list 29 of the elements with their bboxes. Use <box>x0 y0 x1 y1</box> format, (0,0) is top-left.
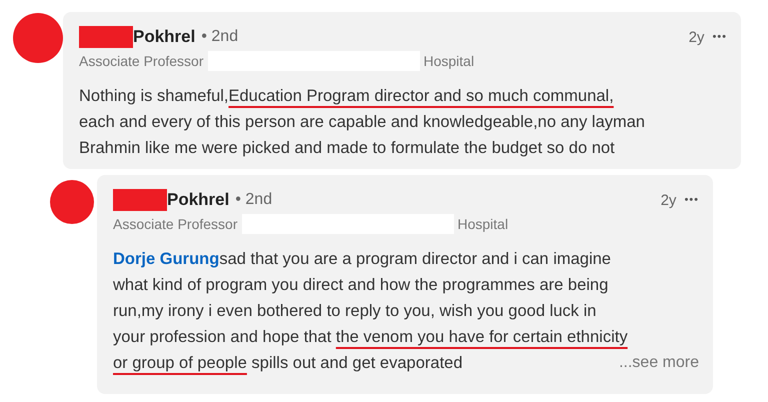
author-headline: Hospital <box>458 216 508 232</box>
comment-text: Brahmin like me were picked and made to formulate the budget so do not <box>79 138 615 159</box>
underlined-text: or group of people <box>113 353 247 374</box>
comment-text: what kind of program you direct and how the programmes are being <box>113 275 608 296</box>
comment-text: each and every of this person are capable and knowledgeable,no any layman <box>79 112 645 133</box>
see-more-link[interactable]: ...see more <box>618 350 699 376</box>
comment-text: spills out and get evaporated <box>250 353 463 374</box>
comment-text: Nothing is shameful, <box>79 86 228 107</box>
author-name[interactable]: Pokhrel <box>167 190 230 210</box>
underlined-text: the venom you have for certain ethnicity <box>336 327 628 348</box>
comment-text: your profession and hope that <box>113 327 332 348</box>
author-headline: Associate Professor <box>113 216 238 232</box>
comment-time: 2y <box>660 192 676 208</box>
author-name[interactable]: Pokhrel <box>133 27 196 47</box>
redaction-block <box>113 189 167 211</box>
comment-time: 2y <box>688 28 704 46</box>
author-headline: Hospital <box>424 53 474 69</box>
more-options-button[interactable]: ••• <box>712 31 727 43</box>
avatar-circle <box>13 13 63 63</box>
connection-degree: • 2nd <box>235 191 272 209</box>
comment-text: run,my irony i even bothered to reply to you, wish you good luck in <box>113 301 596 322</box>
redaction-block <box>79 26 133 48</box>
comment-text: sad that you are a program director and i can imagine <box>219 249 611 270</box>
underlined-text: Education Program director and so much communal, <box>228 86 614 107</box>
connection-degree: • 2nd <box>201 28 238 46</box>
mention-link[interactable]: Dorje Gurung <box>113 246 220 272</box>
author-headline: Associate Professor <box>79 53 204 69</box>
more-options-button[interactable]: ••• <box>684 194 699 206</box>
avatar-circle <box>50 180 94 224</box>
